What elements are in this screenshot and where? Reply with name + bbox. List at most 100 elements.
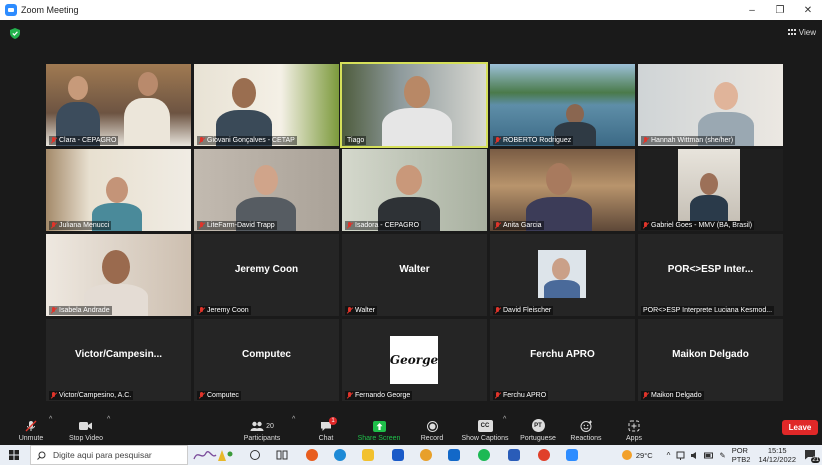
captions-caret-icon[interactable]: ^: [503, 416, 506, 423]
video-tile-computec[interactable]: Computec Computec: [194, 319, 339, 401]
video-tile-victor[interactable]: Victor/Campesin... Victor/Campesino, A.C…: [46, 319, 191, 401]
apps-button[interactable]: Apps: [620, 409, 648, 445]
word-icon[interactable]: [508, 449, 520, 461]
video-tile-anita[interactable]: Anita Garcia: [490, 149, 635, 231]
dropbox-icon[interactable]: [392, 449, 404, 461]
pen-workspace-icon[interactable]: ✎: [719, 451, 725, 460]
video-tile-giovani[interactable]: Giovani Gonçalves - CETAP: [194, 64, 339, 146]
windows-start-icon[interactable]: [9, 450, 19, 460]
video-tile-fernando[interactable]: George Fernando George: [342, 319, 487, 401]
clock[interactable]: 15:15 14/12/2022: [758, 446, 796, 464]
video-tile-david-trapp[interactable]: LiteFarm-David Trapp: [194, 149, 339, 231]
video-tile-ferchu[interactable]: Ferchu APRO Ferchu APRO: [490, 319, 635, 401]
restore-button[interactable]: ❐: [766, 0, 794, 20]
participant-name-label: Tiago: [345, 136, 367, 145]
participant-name-label: LiteFarm-David Trapp: [197, 221, 277, 230]
video-tile-interpreter[interactable]: POR<>ESP Inter... POR<>ESP Interprete Lu…: [638, 234, 783, 316]
spotify-icon[interactable]: [478, 449, 490, 461]
participant-name-label: Giovani Gonçalves - CETAP: [197, 136, 297, 145]
participant-name-label: Anita Garcia: [493, 221, 544, 230]
participant-name-label: Fernando George: [345, 391, 413, 400]
apps-icon: [627, 420, 641, 432]
participant-face: [102, 250, 130, 284]
muted-microphone-icon: [24, 420, 38, 432]
leave-meeting-button[interactable]: Leave: [782, 420, 818, 435]
taskbar-search-box[interactable]: Digite aqui para pesquisar: [30, 445, 188, 465]
view-label: View: [798, 28, 816, 37]
participants-button[interactable]: 20 Participants: [242, 409, 282, 445]
muted-mic-icon: [199, 222, 204, 229]
doodle-widget-icon[interactable]: [192, 447, 234, 463]
chat-button[interactable]: 1 Chat: [312, 409, 340, 445]
video-tile-maikon[interactable]: Maikon Delgado Maikon Delgado: [638, 319, 783, 401]
muted-mic-icon: [347, 392, 352, 399]
reactions-button[interactable]: Reactions: [568, 409, 604, 445]
video-tile-juliana[interactable]: Juliana Menucci: [46, 149, 191, 231]
participant-name-label: POR<>ESP Interprete Luciana Kesmod...: [641, 306, 775, 315]
muted-mic-icon: [495, 222, 500, 229]
task-view-icon[interactable]: [276, 449, 288, 461]
video-tile-isabela[interactable]: Isabela Andrade: [46, 234, 191, 316]
participant-face: [254, 165, 278, 195]
participant-name-label: Ferchu APRO: [493, 391, 549, 400]
video-tile-hannah[interactable]: Hannah Wittman (she/her): [638, 64, 783, 146]
chrome-profile-icon[interactable]: [538, 449, 550, 461]
edge-browser-icon[interactable]: [334, 449, 346, 461]
participant-name-label: Isadora - CEPAGRO: [345, 221, 422, 230]
video-tile-gabriel[interactable]: Gabriel Goes - MMV (BA, Brasil): [638, 149, 783, 231]
show-captions-button[interactable]: CC Show Captions: [460, 409, 510, 445]
video-tile-jeremy[interactable]: Jeremy Coon Jeremy Coon: [194, 234, 339, 316]
muted-mic-icon: [199, 392, 204, 399]
participants-caret-icon[interactable]: ^: [292, 416, 295, 423]
video-tile-roberto[interactable]: ROBERTO Rodriguez: [490, 64, 635, 146]
video-tile-isadora[interactable]: Isadora - CEPAGRO: [342, 149, 487, 231]
volume-icon[interactable]: [690, 451, 699, 460]
window-title: Zoom Meeting: [21, 5, 79, 15]
notification-center-icon[interactable]: 21: [804, 449, 820, 463]
participant-display-name: Jeremy Coon: [234, 264, 299, 275]
unmute-button[interactable]: Unmute: [14, 409, 48, 445]
battery-icon[interactable]: [704, 451, 714, 460]
tray-overflow-chevron-icon[interactable]: ^: [667, 451, 671, 460]
participant-face: [404, 76, 430, 108]
zoom-meeting-taskbar-icon[interactable]: [566, 449, 578, 461]
zoom-window: Zoom Meeting – ❐ ✕ View Clara - CEPAGRO …: [0, 0, 822, 465]
participant-body: [382, 108, 452, 146]
participant-display-name: Walter: [399, 264, 430, 275]
muted-mic-icon: [643, 222, 648, 229]
participant-name-label: Computec: [197, 391, 241, 400]
search-placeholder: Digite aqui para pesquisar: [53, 450, 152, 460]
stop-video-button[interactable]: Stop Video: [66, 409, 106, 445]
close-button[interactable]: ✕: [794, 0, 822, 20]
minimize-button[interactable]: –: [738, 0, 766, 20]
muted-mic-icon: [51, 222, 56, 229]
participant-name-label: Victor/Campesino, A.C.: [49, 391, 134, 400]
encryption-shield-icon[interactable]: [10, 28, 20, 39]
video-tile-tiago-active-speaker[interactable]: Tiago: [340, 62, 488, 148]
video-tile-david-fleischer[interactable]: David Fleischer: [490, 234, 635, 316]
weather-temperature[interactable]: 29°C: [636, 451, 653, 460]
share-screen-arrow-icon: [372, 420, 386, 432]
video-options-caret-icon[interactable]: ^: [107, 416, 110, 423]
muted-mic-icon: [495, 392, 500, 399]
cortana-circle-icon[interactable]: [250, 450, 260, 460]
input-language-indicator[interactable]: POR PTB2: [732, 446, 751, 464]
view-button[interactable]: View: [787, 28, 816, 37]
audio-options-caret-icon[interactable]: ^: [49, 416, 52, 423]
muted-mic-icon: [495, 137, 500, 144]
video-tile-walter[interactable]: Walter Walter: [342, 234, 487, 316]
notification-count: 21: [811, 457, 820, 463]
network-icon[interactable]: [676, 451, 685, 460]
firefox-icon[interactable]: [306, 449, 318, 461]
video-tile-clara[interactable]: Clara - CEPAGRO: [46, 64, 191, 146]
muted-mic-icon: [643, 137, 648, 144]
zoom-taskbar-icon[interactable]: [448, 449, 460, 461]
participant-display-name: Computec: [242, 349, 291, 360]
chrome-icon[interactable]: [420, 449, 432, 461]
record-button[interactable]: Record: [418, 409, 446, 445]
file-explorer-icon[interactable]: [362, 449, 374, 461]
share-screen-button[interactable]: Share Screen: [356, 409, 402, 445]
title-bar: Zoom Meeting – ❐ ✕: [0, 0, 822, 20]
language-interpretation-button[interactable]: PT Portuguese: [518, 409, 558, 445]
participant-face: [396, 165, 422, 195]
